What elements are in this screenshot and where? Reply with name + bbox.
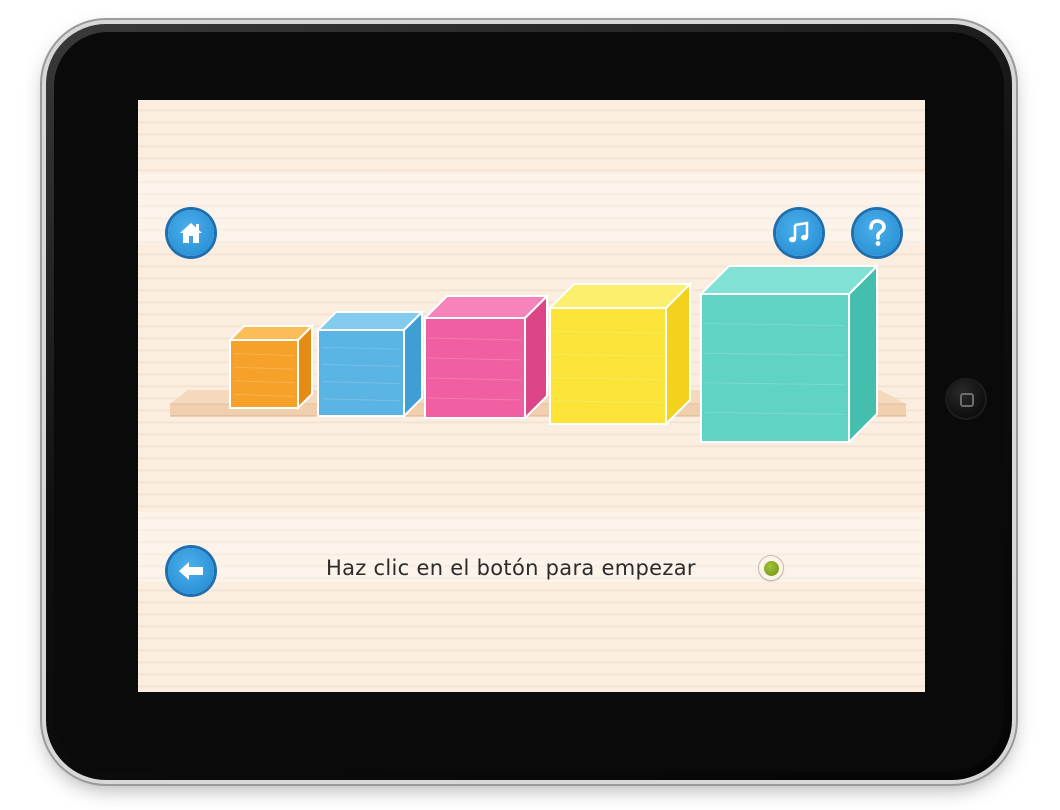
- arrow-left-icon: [177, 560, 205, 582]
- question-mark-icon: [866, 219, 888, 247]
- app-screen: Haz clic en el botón para empezar: [138, 100, 925, 692]
- cube-pink: [423, 294, 549, 420]
- stage: Haz clic en el botón para empezar: [0, 0, 1060, 810]
- cube-blue: [316, 310, 424, 418]
- instruction-text: Haz clic en el botón para empezar: [326, 556, 696, 580]
- cube-teal: [699, 264, 879, 444]
- home-icon: [178, 221, 204, 245]
- hardware-home-button[interactable]: [945, 378, 987, 420]
- music-button[interactable]: [776, 210, 822, 256]
- cube-yellow: [548, 282, 692, 426]
- cube-orange: [228, 324, 314, 410]
- home-button[interactable]: [168, 210, 214, 256]
- music-note-icon: [787, 221, 811, 245]
- help-button[interactable]: [854, 210, 900, 256]
- back-button[interactable]: [168, 548, 214, 594]
- green-dot-icon: [763, 560, 779, 576]
- start-button[interactable]: [759, 556, 783, 580]
